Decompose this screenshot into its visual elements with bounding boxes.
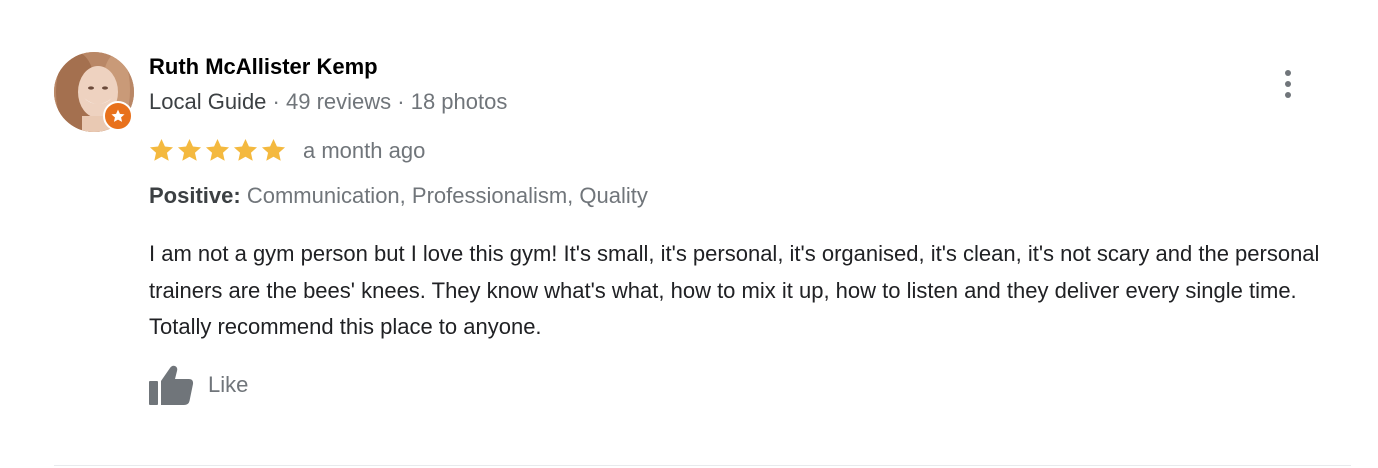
review-count: 49 reviews [285, 89, 392, 114]
star-icon [149, 138, 174, 161]
local-guide-badge [103, 101, 133, 131]
local-guide-star-icon [111, 109, 125, 122]
reviewer-name[interactable]: Ruth McAllister Kemp [149, 54, 378, 80]
review-date: a month ago [303, 138, 426, 163]
star-icon [177, 138, 202, 161]
photo-count: 18 photos [410, 89, 508, 114]
star-icon [261, 138, 286, 161]
like-button[interactable]: Like [148, 364, 248, 406]
attributes-values: Communication, Professionalism, Quality [246, 183, 648, 208]
avatar[interactable] [54, 52, 134, 132]
review-attributes: Positive: Communication, Professionalism… [149, 183, 648, 209]
more-vertical-icon-dot [1285, 81, 1291, 87]
star-rating [148, 137, 287, 164]
more-options-button[interactable] [1272, 66, 1304, 102]
more-vertical-icon [1285, 70, 1291, 76]
more-vertical-icon-dot [1285, 92, 1291, 98]
meta-separator: · [391, 89, 411, 114]
reviewer-meta: Local Guide · 49 reviews · 18 photos [149, 89, 507, 115]
attributes-label: Positive: [149, 183, 241, 208]
star-icon [233, 138, 258, 161]
like-label: Like [208, 372, 249, 397]
star-icon [205, 138, 230, 161]
review-divider [54, 465, 1351, 466]
review-card: Ruth McAllister Kemp Local Guide · 49 re… [0, 0, 1378, 468]
local-guide-label: Local Guide [149, 89, 267, 114]
rating-row: a month ago [148, 136, 425, 164]
review-text: I am not a gym person but I love this gy… [149, 241, 1320, 339]
thumbs-up-icon [149, 365, 194, 405]
meta-separator: · [266, 89, 286, 114]
